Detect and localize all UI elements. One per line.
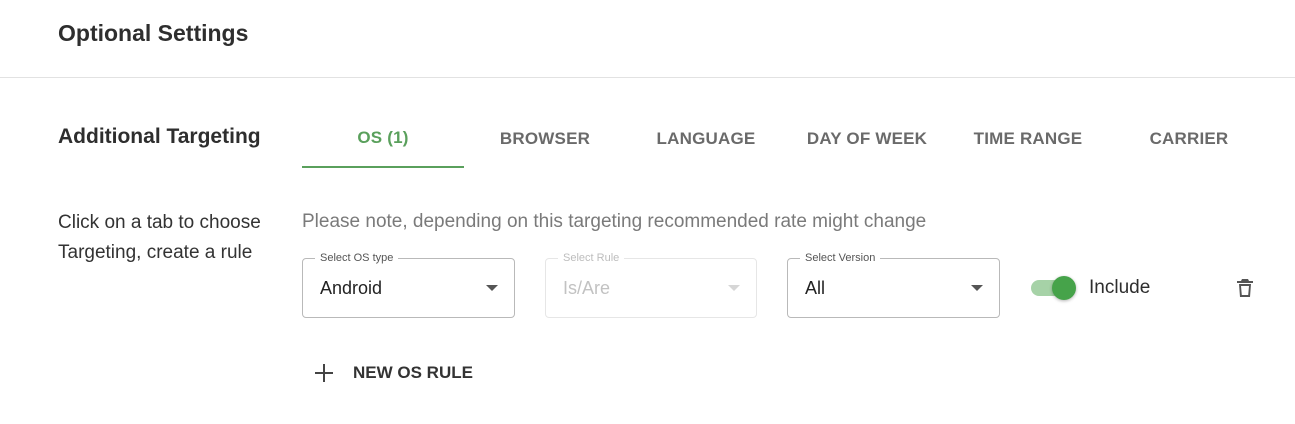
rule-select: Select Rule Is/Are [545,251,757,318]
tab-browser[interactable]: BROWSER [464,110,626,168]
rule-value: Is/Are [563,278,611,298]
page-title: Optional Settings [58,20,249,46]
chevron-down-icon [728,285,740,291]
tab-day-of-week[interactable]: DAY OF WEEK [786,110,948,168]
plus-icon [315,364,333,382]
chevron-down-icon [971,285,983,291]
new-os-rule-button[interactable]: NEW OS RULE [310,354,473,392]
tab-os[interactable]: OS (1) [302,110,464,168]
tab-language[interactable]: LANGUAGE [625,110,787,168]
version-label: Select Version [800,251,881,265]
tab-time-range[interactable]: TIME RANGE [947,110,1109,168]
chevron-down-icon [486,285,498,291]
targeting-tabs: OS (1) BROWSER LANGUAGE DAY OF WEEK TIME… [302,110,1272,168]
new-os-rule-label: NEW OS RULE [353,363,473,382]
include-label: Include [1089,277,1151,298]
help-text: Click on a tab to choose Targeting, crea… [58,212,261,263]
optional-settings-page: Optional Settings Additional Targeting O… [0,0,1295,424]
include-toggle[interactable] [1031,276,1079,300]
rule-label: Select Rule [558,251,625,265]
os-type-label: Select OS type [315,251,399,265]
os-type-value: Android [320,278,383,298]
os-type-select[interactable]: Select OS type Android [302,251,515,318]
tab-carrier[interactable]: CARRIER [1108,110,1270,168]
section-title: Additional Targeting [58,125,261,148]
rate-note: Please note, depending on this targeting… [302,211,927,232]
page-header: Optional Settings [0,0,1295,78]
trash-icon[interactable] [1233,276,1257,300]
version-select[interactable]: Select Version All [787,251,1000,318]
toggle-thumb [1052,276,1076,300]
version-value: All [805,278,826,298]
